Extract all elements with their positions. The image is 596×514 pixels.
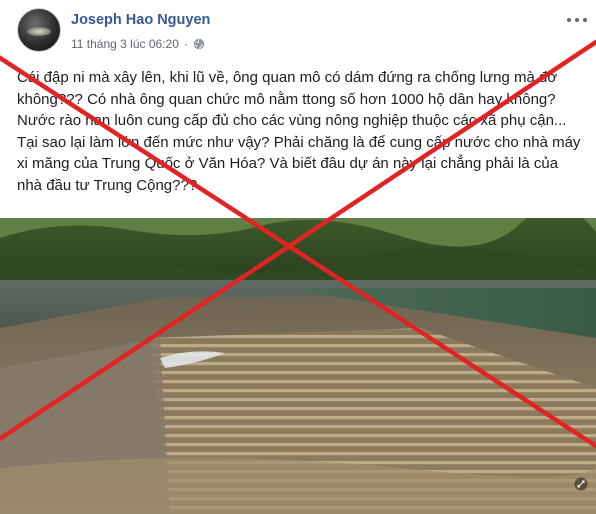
post-meta: 11 tháng 3 lúc 06:20 · bbox=[71, 37, 205, 51]
avatar-image-detail bbox=[27, 27, 51, 36]
author-name-link[interactable]: Joseph Hao Nguyen bbox=[71, 12, 210, 28]
facebook-post: Joseph Hao Nguyen 11 tháng 3 lúc 06:20 ·… bbox=[0, 0, 596, 514]
post-photo[interactable] bbox=[0, 218, 596, 514]
post-paragraph-1: Cái đập ni mà xây lên, khi lũ về, ông qu… bbox=[17, 69, 558, 108]
more-options-icon[interactable] bbox=[567, 13, 587, 27]
post-paragraph-2: Nước rào nan luôn cung cấp đủ cho các vù… bbox=[17, 112, 581, 194]
post-text: Cái đập ni mà xây lên, khi lũ về, ông qu… bbox=[17, 67, 582, 196]
meta-separator: · bbox=[183, 37, 188, 51]
post-timestamp[interactable]: 11 tháng 3 lúc 06:20 bbox=[71, 37, 179, 51]
post-header: Joseph Hao Nguyen 11 tháng 3 lúc 06:20 · bbox=[0, 0, 596, 62]
globe-icon[interactable] bbox=[193, 38, 205, 50]
author-avatar[interactable] bbox=[17, 8, 61, 52]
expand-icon[interactable] bbox=[574, 477, 588, 491]
dam-photo-illustration bbox=[0, 218, 596, 514]
